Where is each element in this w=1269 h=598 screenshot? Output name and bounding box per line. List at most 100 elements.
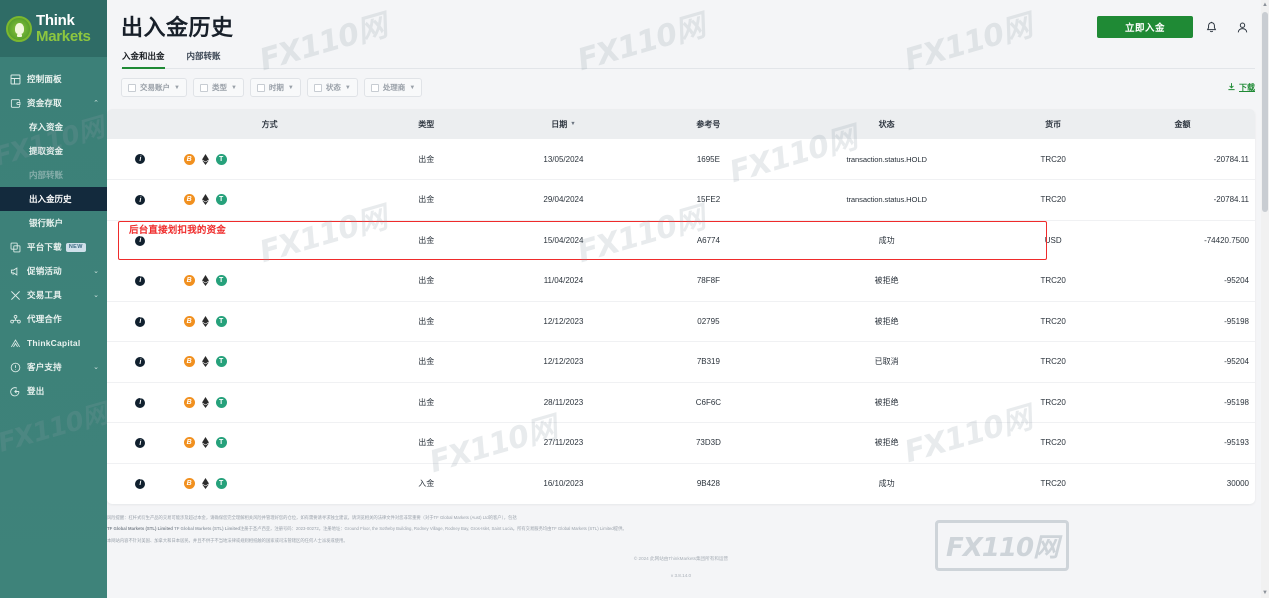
footer-copyright: © 2024 此网站由ThinkMarkets集团所有和运营 bbox=[633, 556, 729, 562]
sidebar-item-trading-tools[interactable]: 交易工具 ⌄ bbox=[0, 283, 107, 307]
cell-status: 已取消 bbox=[776, 341, 997, 383]
cell-amount: -95198 bbox=[1109, 382, 1255, 423]
sidebar-item-label: 存入资金 bbox=[29, 122, 64, 132]
checkbox-icon[interactable] bbox=[128, 83, 136, 92]
sidebar-item-platform-download[interactable]: 平台下载 NEW bbox=[0, 235, 107, 259]
cell-type: 出金 bbox=[365, 422, 488, 464]
info-icon[interactable]: i bbox=[135, 478, 146, 489]
sidebar-item-support[interactable]: 客户支持 ⌄ bbox=[0, 355, 107, 379]
filter-status[interactable]: 状态 ▼ bbox=[306, 78, 358, 97]
sidebar-item-label: ThinkCapital bbox=[27, 338, 81, 348]
table-header: 方式 类型 日期 ▼ 参考号 状态 货币 金额 bbox=[107, 109, 1255, 139]
chevron-down-icon: ▼ bbox=[344, 84, 351, 91]
sidebar-item-partners[interactable]: 代理合作 bbox=[0, 307, 107, 331]
table-row[interactable]: i B T 出金 12/12/2023 7B319 已取消 TRC20 -95204 bbox=[107, 341, 1255, 383]
col-header-method: 方式 bbox=[173, 109, 366, 139]
bell-icon[interactable] bbox=[1198, 14, 1224, 40]
sidebar-item-withdraw[interactable]: 提取资金 bbox=[0, 139, 107, 163]
filter-period[interactable]: 时期 ▼ bbox=[249, 78, 301, 97]
cell-date: 15/04/2024 bbox=[543, 236, 584, 245]
cell-info[interactable]: i bbox=[107, 463, 174, 504]
ethereum-icon bbox=[200, 478, 211, 489]
payment-method-icons: BT bbox=[174, 478, 366, 489]
cell-info[interactable]: i bbox=[107, 139, 174, 180]
table-row[interactable]: i B T 出金 13/05/2024 1695E transaction.status.H… bbox=[107, 139, 1255, 180]
brand-logo[interactable]: Think Markets bbox=[0, 0, 107, 57]
cell-currency: TRC20 bbox=[1040, 479, 1066, 488]
col-header-type: 类型 bbox=[365, 109, 488, 139]
tether-icon: T bbox=[215, 356, 227, 368]
filter-trading-account[interactable]: 交易账户 ▼ bbox=[121, 78, 187, 97]
sidebar-item-bank-accounts[interactable]: 银行账户 bbox=[0, 211, 107, 235]
cell-info[interactable]: i bbox=[107, 301, 174, 342]
cell-status: transaction.status.HOLD bbox=[776, 179, 997, 221]
cell-info[interactable]: i bbox=[107, 179, 174, 221]
cell-type: 出金 bbox=[365, 139, 488, 180]
page-scrollbar[interactable]: ▲ ▼ bbox=[1261, 0, 1269, 598]
sidebar-item-label: 提取资金 bbox=[29, 146, 64, 156]
info-icon[interactable]: i bbox=[135, 195, 146, 205]
payment-method-icons: BT bbox=[174, 437, 366, 449]
cell-info[interactable]: i bbox=[107, 382, 174, 423]
megaphone-icon bbox=[9, 265, 21, 277]
cell-info[interactable]: i bbox=[107, 220, 174, 261]
table-row[interactable]: i B T 出金 12/12/2023 02795 被拒绝 TRC20 -95198 bbox=[107, 301, 1255, 342]
bitcoin-icon: B bbox=[183, 315, 195, 327]
tab-internal-transfers[interactable]: 内部转账 bbox=[187, 50, 221, 69]
cell-info[interactable]: i bbox=[107, 422, 174, 464]
scroll-up-arrow-icon[interactable]: ▲ bbox=[1262, 2, 1268, 8]
table-row[interactable]: i B T 出金 11/04/2024 78F8F 被拒绝 TRC20 -95204 bbox=[107, 260, 1255, 302]
app-root: Think Markets 控制面板 资金存取 ⌃ 存入资金 提取资金 内部转账… bbox=[0, 0, 1269, 598]
table-row[interactable]: i B T 出金 27/11/2023 73D3D 被拒绝 TRC20 -95193 bbox=[107, 422, 1255, 464]
sidebar-item-funds[interactable]: 资金存取 ⌃ bbox=[0, 91, 107, 115]
sidebar-item-internal-transfer[interactable]: 内部转账 bbox=[0, 163, 107, 187]
bitcoin-icon: B bbox=[183, 153, 195, 165]
cell-info[interactable]: i bbox=[107, 341, 174, 383]
download-button[interactable]: 下载 bbox=[1227, 82, 1255, 93]
info-icon[interactable]: i bbox=[135, 438, 146, 448]
cell-info[interactable]: i bbox=[107, 260, 174, 302]
checkbox-icon[interactable] bbox=[256, 83, 265, 92]
info-icon[interactable]: i bbox=[135, 154, 146, 165]
scroll-down-arrow-icon[interactable]: ▼ bbox=[1262, 590, 1268, 596]
cell-date: 12/12/2023 bbox=[487, 341, 640, 383]
checkbox-icon[interactable] bbox=[370, 83, 379, 92]
tether-icon: T bbox=[215, 478, 227, 489]
partners-icon bbox=[9, 313, 21, 325]
checkbox-icon[interactable] bbox=[199, 83, 208, 92]
user-icon[interactable] bbox=[1229, 14, 1255, 40]
sidebar-item-transaction-history[interactable]: 出入金历史 bbox=[0, 187, 107, 211]
sidebar-item-label: 银行账户 bbox=[29, 218, 64, 228]
bitcoin-icon: B bbox=[183, 478, 195, 489]
table-row[interactable]: i 出金 15/04/2024 A6774 成功 USD -74420.7500 bbox=[107, 220, 1255, 261]
scrollbar-thumb[interactable] bbox=[1262, 12, 1268, 212]
sidebar-item-label: 客户支持 bbox=[27, 362, 62, 372]
table-row[interactable]: i B T 出金 28/11/2023 C6F6C 被拒绝 TRC20 -95198 bbox=[107, 382, 1255, 423]
col-header-date[interactable]: 日期 ▼ bbox=[487, 109, 640, 139]
info-icon[interactable]: i bbox=[135, 397, 146, 408]
table-row[interactable]: i B T 出金 29/04/2024 15FE2 transaction.status.H… bbox=[107, 179, 1255, 221]
tabs: 入金和出金 内部转账 bbox=[121, 50, 1269, 69]
table-row[interactable]: i B T 入金 16/10/2023 9B428 成功 TRC20 30000 bbox=[107, 463, 1255, 504]
info-icon[interactable]: i bbox=[135, 316, 146, 327]
transactions-card: 方式 类型 日期 ▼ 参考号 状态 货币 金额 i B T 出金 13/05/2… bbox=[107, 109, 1255, 504]
info-icon[interactable]: i bbox=[135, 357, 146, 367]
filter-type[interactable]: 类型 ▼ bbox=[192, 78, 244, 97]
table-body: i B T 出金 13/05/2024 1695E transaction.status.H… bbox=[107, 139, 1255, 504]
transactions-table: 方式 类型 日期 ▼ 参考号 状态 货币 金额 i B T 出金 13/05/2… bbox=[107, 109, 1255, 504]
info-icon[interactable]: i bbox=[135, 275, 146, 286]
sidebar-item-promotions[interactable]: 促销活动 ⌄ bbox=[0, 259, 107, 283]
filter-processor[interactable]: 处理商 ▼ bbox=[363, 78, 423, 97]
wallet-icon bbox=[9, 97, 21, 109]
sidebar-item-thinkcapital[interactable]: ThinkCapital bbox=[0, 331, 107, 355]
checkbox-icon[interactable] bbox=[313, 83, 322, 92]
sidebar-item-deposit[interactable]: 存入资金 bbox=[0, 115, 107, 139]
sidebar-item-logout[interactable]: 登出 bbox=[0, 379, 107, 403]
sidebar-item-label: 平台下载 bbox=[27, 242, 62, 252]
deposit-now-button[interactable]: 立即入金 bbox=[1097, 16, 1193, 38]
filter-label: 状态 bbox=[325, 83, 341, 92]
sidebar: Think Markets 控制面板 资金存取 ⌃ 存入资金 提取资金 内部转账… bbox=[0, 0, 107, 598]
info-icon[interactable]: i bbox=[135, 235, 146, 246]
tab-deposits-withdrawals[interactable]: 入金和出金 bbox=[122, 50, 165, 69]
sidebar-item-dashboard[interactable]: 控制面板 bbox=[0, 67, 107, 91]
